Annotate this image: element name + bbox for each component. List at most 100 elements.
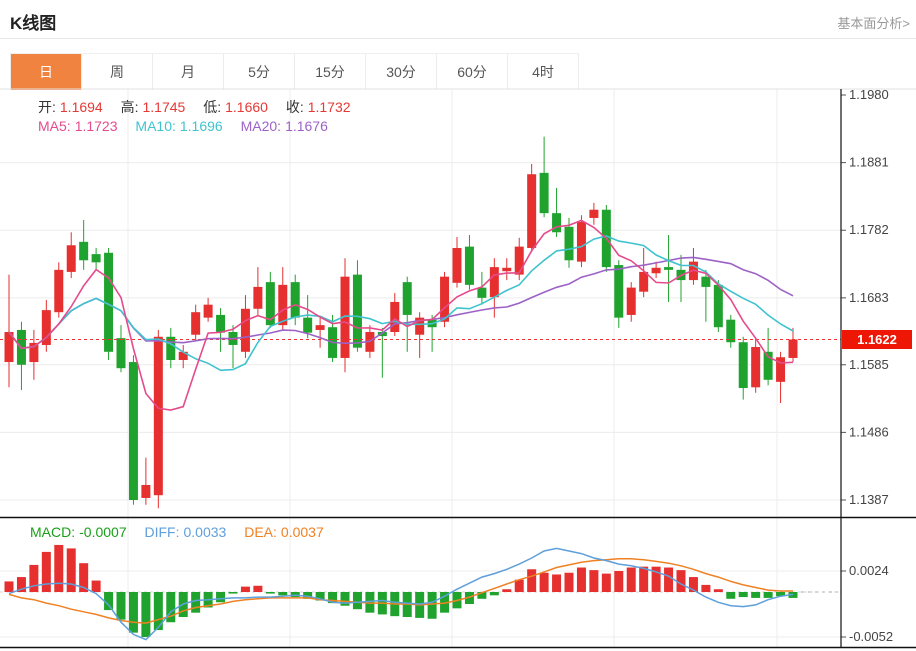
macd-bar-negative bbox=[291, 592, 300, 597]
open-label: 开: bbox=[38, 99, 56, 115]
candle-down bbox=[540, 173, 549, 213]
candle-down bbox=[403, 282, 412, 315]
ohlc-legend: 开:1.1694 高:1.1745 低:1.1660 收:1.1732 bbox=[38, 97, 355, 117]
candle-up bbox=[453, 248, 462, 283]
kline-widget: K线图 基本面分析> 日周月5分15分30分60分4时 1.19801.1881… bbox=[0, 0, 916, 651]
candle-up bbox=[241, 309, 250, 352]
candle-down bbox=[117, 338, 126, 368]
dea-label: DEA: bbox=[244, 524, 277, 540]
y-axis-label: 1.1387 bbox=[849, 492, 889, 507]
macd-bar-positive bbox=[565, 573, 574, 592]
macd-bar-positive bbox=[29, 565, 38, 592]
macd-legend: MACD:-0.0007 DIFF:0.0033 DEA:0.0037 bbox=[30, 524, 328, 540]
candle-down bbox=[614, 265, 623, 318]
macd-bar-negative bbox=[428, 592, 437, 619]
macd-bar-negative bbox=[764, 592, 773, 598]
dea-value: 0.0037 bbox=[281, 524, 324, 540]
ma5-line bbox=[9, 220, 793, 410]
candle-up bbox=[440, 277, 449, 322]
close-label: 收: bbox=[286, 99, 304, 115]
candle-up bbox=[191, 312, 200, 335]
macd-bar-negative bbox=[229, 592, 238, 594]
macd-bar-positive bbox=[639, 567, 648, 592]
y-axis-label: 1.1486 bbox=[849, 424, 889, 439]
candle-up bbox=[490, 267, 499, 297]
candle-up bbox=[390, 302, 399, 332]
candle-up bbox=[54, 270, 63, 312]
candle-down bbox=[79, 242, 88, 260]
candle-up bbox=[502, 268, 511, 271]
candle-down bbox=[129, 362, 138, 500]
diff-value: 0.0033 bbox=[184, 524, 227, 540]
candle-down bbox=[701, 277, 710, 287]
macd-bar-positive bbox=[42, 552, 51, 592]
candle-up bbox=[253, 287, 262, 309]
candle-up bbox=[627, 288, 636, 315]
candle-up bbox=[639, 272, 648, 292]
macd-bar-positive bbox=[502, 589, 511, 592]
candle-down bbox=[739, 342, 748, 388]
low-value: 1.1660 bbox=[225, 99, 268, 115]
macd-bar-positive bbox=[714, 589, 723, 592]
open-value: 1.1694 bbox=[60, 99, 103, 115]
macd-bar-positive bbox=[92, 581, 101, 592]
candle-up bbox=[751, 347, 760, 387]
macd-bar-positive bbox=[577, 568, 586, 592]
y-axis-label: 1.1683 bbox=[849, 290, 889, 305]
macd-bar-positive bbox=[677, 570, 686, 592]
candle-up bbox=[589, 210, 598, 218]
macd-bar-negative bbox=[266, 592, 275, 594]
macd-bar-negative bbox=[490, 592, 499, 595]
macd-bar-negative bbox=[141, 592, 150, 637]
high-label: 高: bbox=[121, 99, 139, 115]
macd-bar-positive bbox=[701, 585, 710, 592]
ma10-label: MA10: bbox=[135, 118, 175, 134]
candle-down bbox=[565, 227, 574, 260]
macd-value: -0.0007 bbox=[79, 524, 126, 540]
ma10-line bbox=[9, 236, 793, 370]
macd-bar-negative bbox=[216, 592, 225, 602]
macd-bar-negative bbox=[278, 592, 287, 595]
dea-line bbox=[9, 559, 793, 623]
macd-bar-positive bbox=[540, 573, 549, 592]
candle-up bbox=[515, 247, 524, 275]
candle-up bbox=[278, 285, 287, 325]
ma20-line bbox=[9, 257, 793, 348]
macd-bar-positive bbox=[253, 586, 262, 592]
macd-bar-positive bbox=[664, 568, 673, 592]
candle-up bbox=[527, 174, 536, 248]
y-axis-label: 1.1585 bbox=[849, 357, 889, 372]
macd-label: MACD: bbox=[30, 524, 75, 540]
ma20-label: MA20: bbox=[241, 118, 281, 134]
macd-axis-label: 0.0024 bbox=[849, 563, 889, 578]
candle-down bbox=[477, 288, 486, 298]
y-axis-label: 1.1782 bbox=[849, 222, 889, 237]
macd-bar-positive bbox=[54, 545, 63, 592]
macd-bar-negative bbox=[191, 592, 200, 613]
candle-up bbox=[652, 268, 661, 273]
macd-bar-positive bbox=[589, 570, 598, 592]
candle-down bbox=[92, 254, 101, 262]
macd-bar-positive bbox=[241, 587, 250, 592]
macd-bar-positive bbox=[552, 574, 561, 592]
macd-bar-negative bbox=[353, 592, 362, 609]
last-price-badge-value: 1.1622 bbox=[857, 332, 897, 347]
macd-bar-positive bbox=[602, 574, 611, 592]
ma20-value: 1.1676 bbox=[285, 118, 328, 134]
ma5-value: 1.1723 bbox=[75, 118, 118, 134]
candle-up bbox=[154, 337, 163, 495]
macd-bar-negative bbox=[739, 592, 748, 597]
candle-up bbox=[141, 485, 150, 498]
candle-up bbox=[577, 222, 586, 262]
candle-down bbox=[166, 337, 175, 360]
low-label: 低: bbox=[203, 99, 221, 115]
ma5-label: MA5: bbox=[38, 118, 71, 134]
candle-down bbox=[664, 267, 673, 270]
macd-bar-negative bbox=[726, 592, 735, 599]
macd-bar-negative bbox=[751, 592, 760, 598]
ma10-value: 1.1696 bbox=[180, 118, 223, 134]
candle-down bbox=[465, 247, 474, 285]
macd-bar-positive bbox=[627, 568, 636, 592]
candle-up bbox=[316, 325, 325, 330]
close-value: 1.1732 bbox=[308, 99, 351, 115]
